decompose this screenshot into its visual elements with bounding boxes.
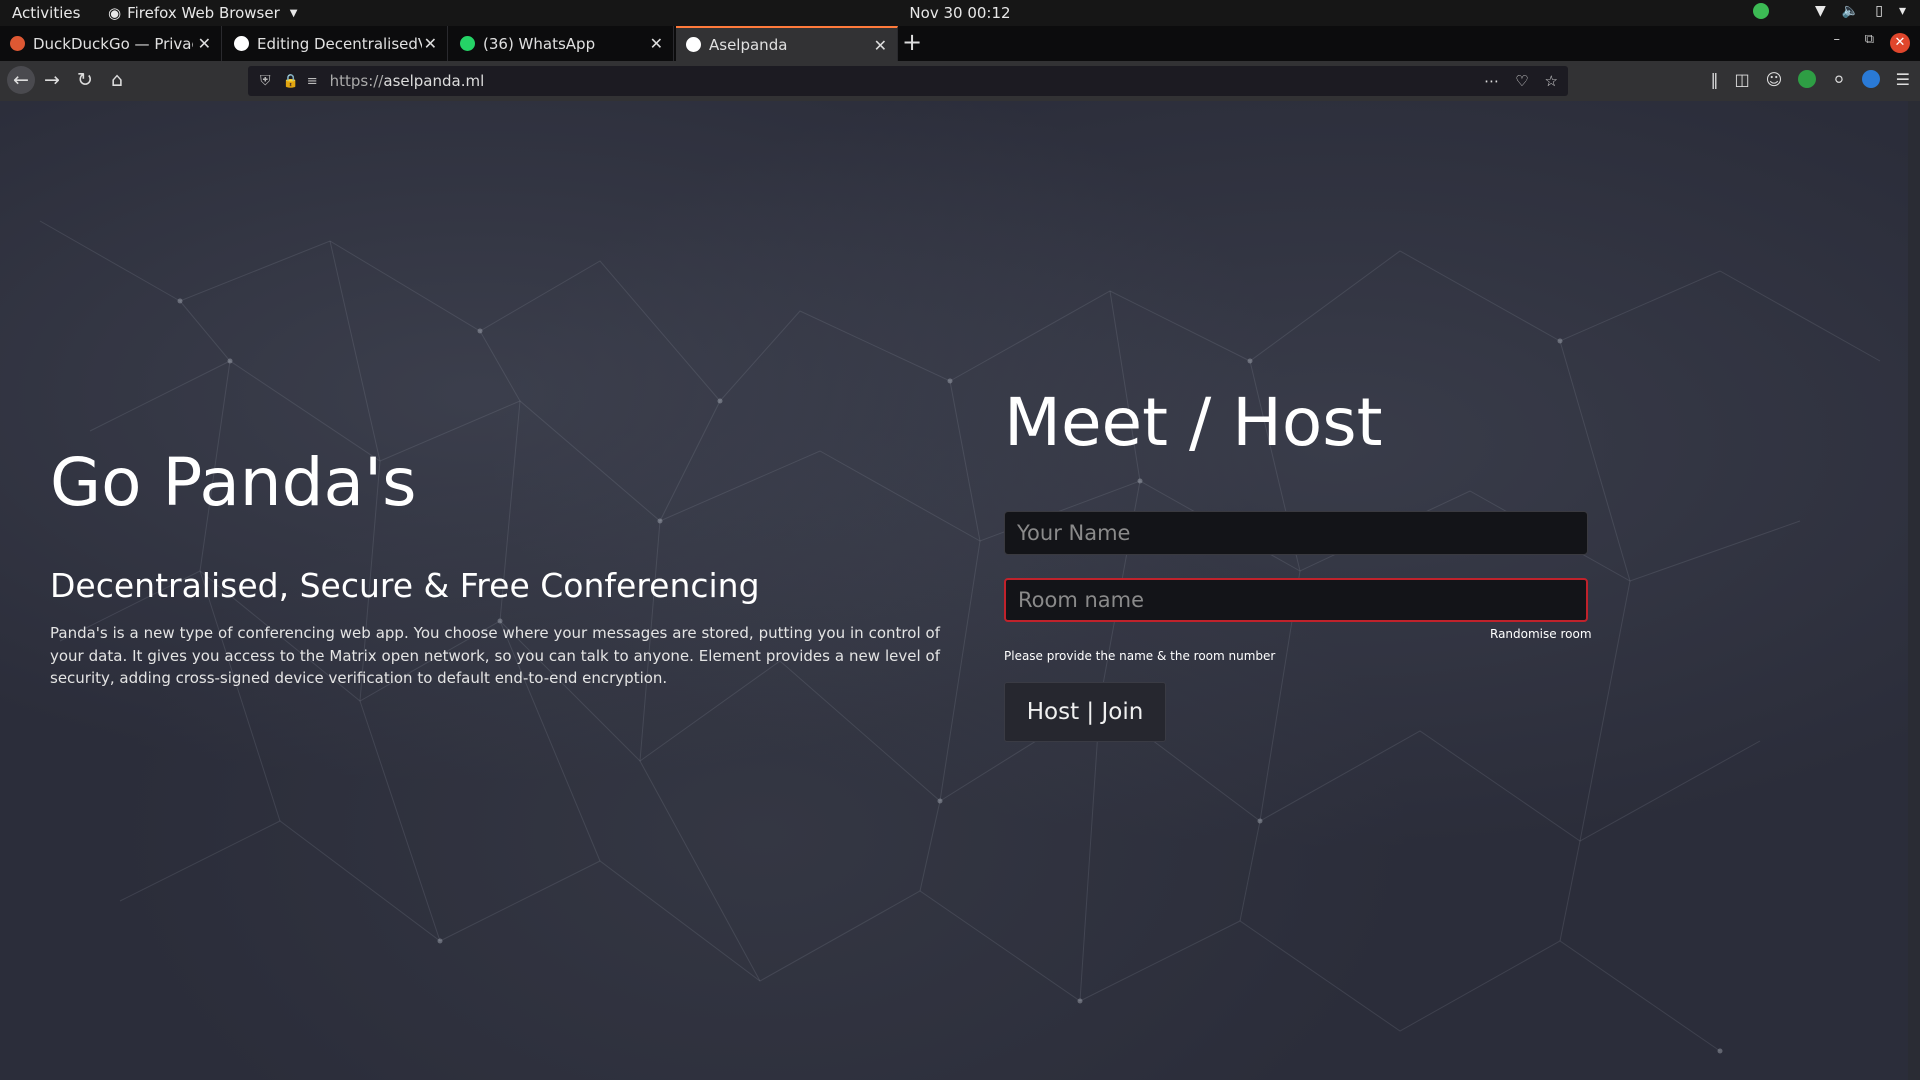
tab-title: Aselpanda bbox=[709, 35, 788, 54]
battery-icon[interactable]: ▯ bbox=[1875, 3, 1883, 19]
account-icon[interactable]: ☺ bbox=[1766, 70, 1783, 89]
tab-title: Editing DecentralisedVideo bbox=[257, 34, 422, 53]
close-icon[interactable]: ✕ bbox=[650, 34, 663, 53]
tab-aselpanda[interactable]: Aselpanda ✕ bbox=[676, 26, 898, 61]
lock-icon[interactable]: 🔒 bbox=[283, 74, 299, 89]
reload-button[interactable]: ↻ bbox=[73, 69, 97, 91]
hero-title: Go Panda's bbox=[50, 444, 417, 521]
sidebar-icon[interactable]: ◫ bbox=[1734, 70, 1749, 89]
clock[interactable]: Nov 30 00:12 bbox=[909, 4, 1010, 22]
tab-github[interactable]: Editing DecentralisedVideo ✕ bbox=[224, 26, 448, 61]
hero-description: Panda's is a new type of conferencing we… bbox=[50, 624, 940, 687]
tab-duckduckgo[interactable]: DuckDuckGo — Privacy, simplified. ✕ bbox=[0, 26, 222, 61]
minimize-button[interactable]: – bbox=[1834, 32, 1841, 47]
close-icon[interactable]: ✕ bbox=[198, 34, 211, 53]
system-top-bar: Activities ◉ Firefox Web Browser ▼ Nov 3… bbox=[0, 0, 1920, 26]
extension-icon[interactable] bbox=[1861, 70, 1880, 88]
whatsapp-icon bbox=[460, 36, 475, 51]
close-icon[interactable]: ✕ bbox=[424, 34, 437, 53]
app-menu-label: Firefox Web Browser bbox=[127, 4, 280, 22]
library-icon[interactable]: ‖ bbox=[1710, 70, 1718, 89]
toolbar-icons: ‖ ◫ ☺ ⚪ ☰ bbox=[1710, 70, 1910, 89]
room-name-input[interactable] bbox=[1004, 578, 1588, 622]
menu-icon[interactable]: ☰ bbox=[1896, 70, 1910, 89]
randomise-room-link[interactable]: Randomise room bbox=[1490, 627, 1592, 641]
chevron-down-icon: ▼ bbox=[289, 7, 298, 19]
wifi-icon[interactable]: ▼ bbox=[1815, 3, 1826, 19]
volume-icon[interactable]: 🔈 bbox=[1842, 3, 1859, 19]
navigation-toolbar: ← → ↻ ⌂ ⛨ 🔒 ≡ https://aselpanda.ml ⋯ ♡ ☆… bbox=[0, 61, 1920, 102]
tab-title: DuckDuckGo — Privacy, simplified. bbox=[33, 34, 193, 53]
host-join-button[interactable]: Host | Join bbox=[1004, 682, 1166, 742]
restore-button[interactable]: ⧉ bbox=[1865, 32, 1874, 47]
github-icon bbox=[234, 36, 249, 51]
extension-glasses-icon[interactable]: ⚪ bbox=[1832, 70, 1845, 89]
page-actions-icon[interactable]: ⋯ bbox=[1484, 72, 1499, 90]
duckduckgo-icon bbox=[10, 36, 25, 51]
new-tab-button[interactable]: + bbox=[902, 28, 922, 56]
hero-subtitle: Decentralised, Secure & Free Conferencin… bbox=[50, 566, 760, 605]
back-button[interactable]: ← bbox=[7, 66, 35, 94]
tab-whatsapp[interactable]: (36) WhatsApp ✕ bbox=[450, 26, 674, 61]
permissions-icon[interactable]: ≡ bbox=[307, 74, 318, 89]
close-icon[interactable]: ✕ bbox=[874, 36, 887, 55]
tab-title: (36) WhatsApp bbox=[483, 34, 596, 53]
aselpanda-icon bbox=[686, 37, 701, 52]
scrollbar[interactable] bbox=[1908, 101, 1920, 1080]
shield-icon[interactable]: ⛨ bbox=[260, 73, 271, 89]
chevron-down-icon[interactable]: ▾ bbox=[1899, 3, 1906, 19]
your-name-input[interactable] bbox=[1004, 511, 1588, 555]
window-close-button[interactable]: ✕ bbox=[1890, 33, 1910, 53]
page-content: Go Panda's Decentralised, Secure & Free … bbox=[0, 101, 1908, 1080]
status-check-icon[interactable] bbox=[1753, 3, 1770, 19]
forward-button[interactable]: → bbox=[40, 69, 64, 91]
bookmark-star-icon[interactable]: ☆ bbox=[1545, 72, 1558, 90]
activities-button[interactable]: Activities bbox=[12, 4, 80, 22]
firefox-icon: ◉ bbox=[108, 4, 122, 22]
tab-strip: DuckDuckGo — Privacy, simplified. ✕ Edit… bbox=[0, 26, 1920, 61]
url-text[interactable]: https://aselpanda.ml bbox=[330, 72, 485, 90]
extension-icon[interactable] bbox=[1798, 70, 1817, 88]
validation-hint: Please provide the name & the room numbe… bbox=[1004, 649, 1276, 663]
home-button[interactable]: ⌂ bbox=[105, 69, 129, 91]
url-bar[interactable]: ⛨ 🔒 ≡ https://aselpanda.ml ⋯ ♡ ☆ bbox=[248, 66, 1568, 96]
app-menu[interactable]: ◉ Firefox Web Browser ▼ bbox=[108, 4, 297, 22]
pocket-icon[interactable]: ♡ bbox=[1515, 72, 1528, 90]
system-tray[interactable]: ▼ 🔈 ▯ ▾ bbox=[1753, 3, 1906, 19]
form-title: Meet / Host bbox=[1004, 384, 1383, 461]
